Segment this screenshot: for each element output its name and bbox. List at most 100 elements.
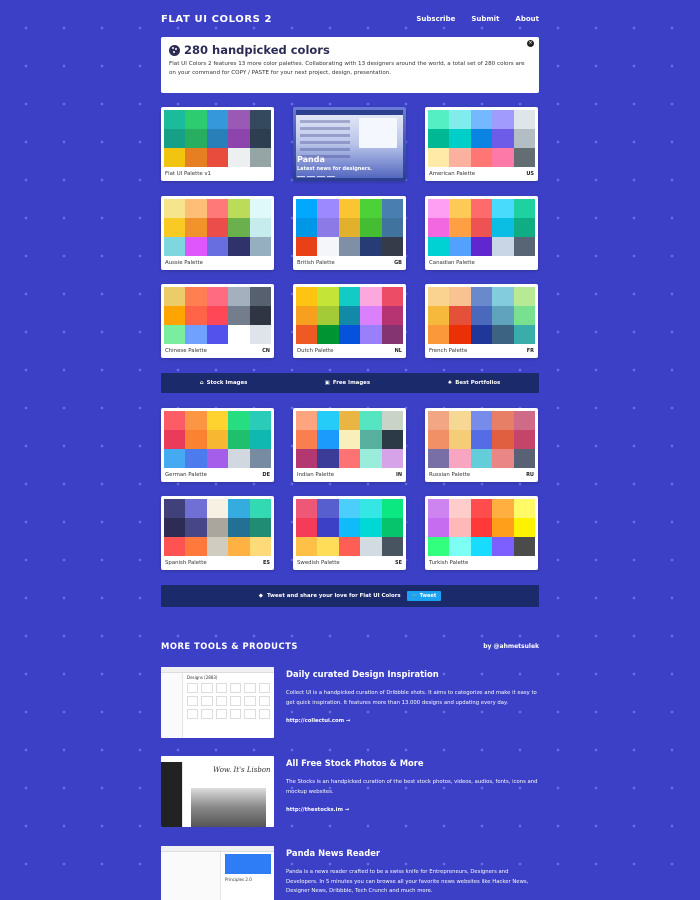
color-swatch xyxy=(381,325,403,344)
nav-submit[interactable]: Submit xyxy=(471,15,499,23)
color-swatch xyxy=(249,199,271,218)
thestocks-thumbnail[interactable]: Wow. It's Lisbon xyxy=(161,756,274,827)
palette-card[interactable]: Swedish Palette SE xyxy=(293,496,406,570)
intro-heading: 280 handpicked colors xyxy=(169,43,531,57)
color-swatch xyxy=(513,287,535,306)
color-swatch xyxy=(381,449,403,468)
color-swatch xyxy=(381,499,403,518)
color-swatch xyxy=(296,306,318,325)
tweet-button[interactable]: 🐦 Tweet xyxy=(406,591,442,601)
color-swatch xyxy=(492,110,514,129)
nav-about[interactable]: About xyxy=(515,15,539,23)
color-swatch xyxy=(317,430,339,449)
color-swatch xyxy=(470,411,493,430)
color-swatch xyxy=(470,148,493,167)
palette-card[interactable]: American Palette US xyxy=(425,107,538,181)
palette-card[interactable]: Indian Palette IN xyxy=(293,408,406,482)
camera-icon: ⌂ xyxy=(199,380,204,386)
color-swatch xyxy=(228,518,250,537)
palette-name: British Palette xyxy=(297,259,335,266)
author-link[interactable]: by @ahmetsulek xyxy=(483,643,539,650)
color-swatch xyxy=(513,218,535,237)
nav-subscribe[interactable]: Subscribe xyxy=(416,15,455,23)
tool-link[interactable]: http://thestocks.im → xyxy=(286,807,539,813)
palette-card[interactable]: Canadian Palette xyxy=(425,196,538,270)
color-swatch xyxy=(492,449,514,468)
color-swatch xyxy=(185,449,207,468)
color-swatch xyxy=(449,430,471,449)
color-swatch xyxy=(228,325,250,344)
color-swatch xyxy=(185,148,207,167)
palette-card[interactable]: German Palette DE xyxy=(161,408,274,482)
tool-link[interactable]: http://collectui.com → xyxy=(286,718,539,724)
palette-card[interactable]: Aussie Palette xyxy=(161,196,274,270)
color-swatch xyxy=(360,287,382,306)
color-swatch xyxy=(228,499,250,518)
top-nav: Subscribe Submit About xyxy=(416,15,539,23)
palette-card[interactable]: French Palette FR xyxy=(425,284,538,358)
color-swatch xyxy=(296,499,318,518)
color-swatch xyxy=(185,218,207,237)
color-swatch xyxy=(513,110,535,129)
color-swatch xyxy=(360,449,382,468)
color-swatch xyxy=(296,287,318,306)
color-swatch xyxy=(492,237,514,256)
color-swatch xyxy=(513,237,535,256)
color-swatch xyxy=(470,129,493,148)
color-swatch xyxy=(492,537,514,556)
color-swatch xyxy=(228,287,250,306)
banner-stock-images[interactable]: ⌂ Stock Images xyxy=(200,380,248,386)
color-swatch xyxy=(249,499,271,518)
tool-item-panda: Principles 2.0 Panda News Reader Panda i… xyxy=(161,846,539,900)
panda-ad-card[interactable]: Panda Latest news for designers. xyxy=(293,107,406,181)
panda-thumbnail[interactable]: Principles 2.0 xyxy=(161,846,274,900)
palette-flag: SE xyxy=(394,559,402,566)
palette-name: German Palette xyxy=(165,471,207,478)
palette-card[interactable]: Chinese Palette CN xyxy=(161,284,274,358)
collectui-thumbnail[interactable]: Designs (2883) xyxy=(161,667,274,738)
palette-swatches xyxy=(164,199,271,256)
color-swatch xyxy=(228,430,250,449)
color-swatch xyxy=(470,537,493,556)
color-swatch xyxy=(185,499,207,518)
color-swatch xyxy=(164,148,186,167)
palette-card[interactable]: Turkish Palette xyxy=(425,496,538,570)
palette-name: Spanish Palette xyxy=(165,559,207,566)
close-icon[interactable]: × xyxy=(527,40,534,47)
palette-name: Turkish Palette xyxy=(429,559,469,566)
color-swatch xyxy=(338,518,361,537)
color-swatch xyxy=(381,518,403,537)
tool-item-collectui: Designs (2883) Daily curated Design Insp… xyxy=(161,667,539,741)
palette-swatches xyxy=(428,411,535,468)
intro-text: Flat UI Colors 2 features 13 more color … xyxy=(169,61,525,76)
palette-card[interactable]: Russian Palette RU xyxy=(425,408,538,482)
palette-card[interactable]: British Palette GB xyxy=(293,196,406,270)
palette-card[interactable]: Flat UI Palette v1 xyxy=(161,107,274,181)
site-logo[interactable]: FLAT UI COLORS 2 xyxy=(161,14,272,25)
diamond-icon: ◆ xyxy=(258,593,263,599)
color-swatch xyxy=(206,237,229,256)
color-swatch xyxy=(317,518,339,537)
color-swatch xyxy=(360,237,382,256)
palette-card[interactable]: Spanish Palette ES xyxy=(161,496,274,570)
sponsor-banner: ⌂ Stock Images ▣ Free Images ♠ Best Portfol… xyxy=(161,373,539,393)
banner-free-images[interactable]: ▣ Free Images xyxy=(325,380,370,386)
banner-best-portfolios[interactable]: ♠ Best Portfolios xyxy=(447,380,500,386)
tool-title: Daily curated Design Inspiration xyxy=(286,669,439,679)
color-swatch xyxy=(513,430,535,449)
palette-card[interactable]: Dutch Palette NL xyxy=(293,284,406,358)
palette-swatches xyxy=(428,499,535,556)
tool-title: Panda News Reader xyxy=(286,848,381,858)
color-swatch xyxy=(296,411,318,430)
color-swatch xyxy=(470,325,493,344)
color-swatch xyxy=(513,199,535,218)
color-swatch xyxy=(492,411,514,430)
color-swatch xyxy=(249,537,271,556)
color-swatch xyxy=(228,449,250,468)
color-swatch xyxy=(185,518,207,537)
color-swatch xyxy=(296,218,318,237)
color-swatch xyxy=(492,499,514,518)
color-swatch xyxy=(428,499,450,518)
intro-card: 280 handpicked colors Flat UI Colors 2 f… xyxy=(161,37,539,93)
color-swatch xyxy=(296,518,318,537)
